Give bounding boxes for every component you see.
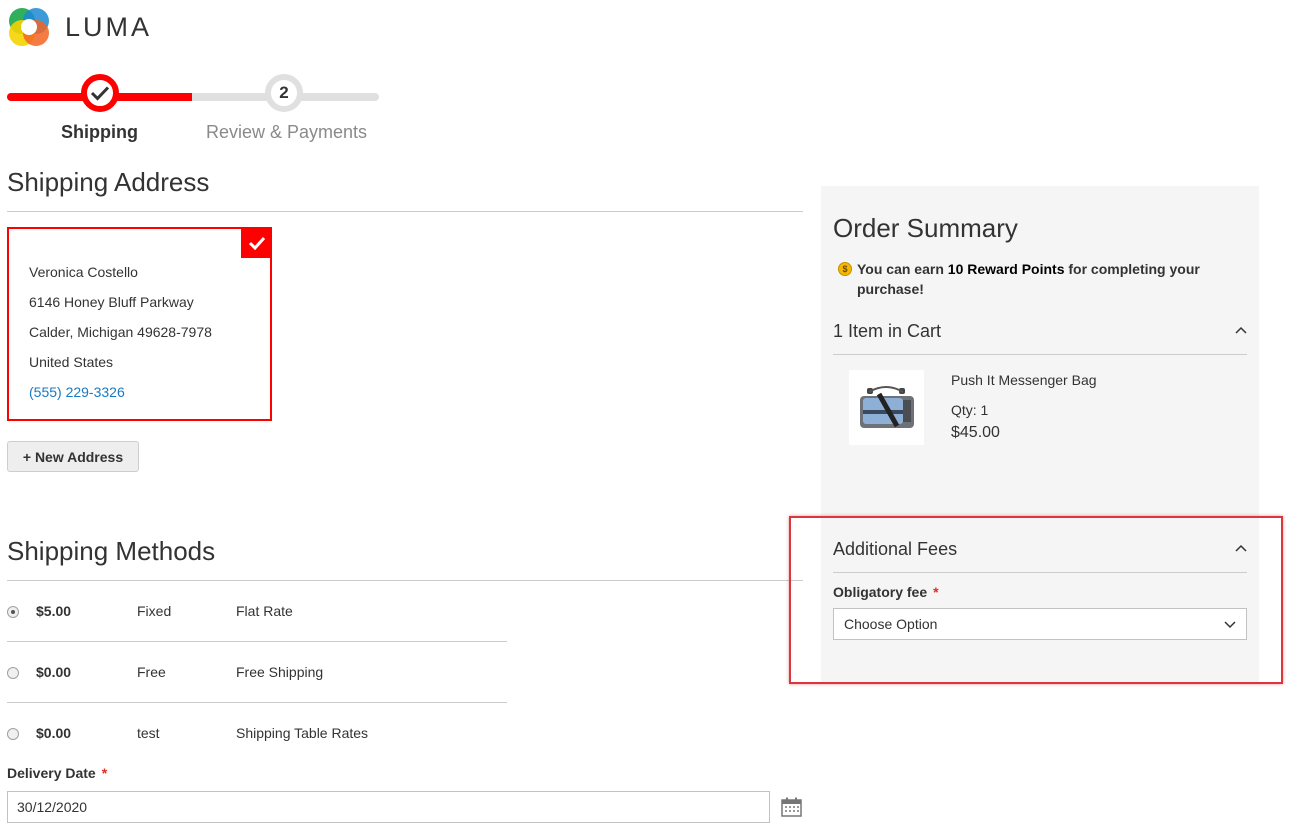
- selected-check-badge: [241, 227, 272, 258]
- step-shipping-indicator: [81, 74, 119, 112]
- step-shipping-label: Shipping: [61, 122, 138, 142]
- address-street: 6146 Honey Bluff Parkway: [29, 294, 194, 310]
- product-qty: Qty: 1: [951, 402, 989, 418]
- cart-items-heading: 1 Item in Cart: [833, 321, 942, 341]
- shipping-method-name: Fixed: [137, 603, 172, 619]
- divider: [833, 354, 1247, 355]
- shipping-method-radio[interactable]: [7, 606, 19, 618]
- reward-coin-icon: $: [838, 262, 852, 276]
- checkout-progress-bar: 2 Shipping Review & Payments: [7, 74, 379, 144]
- step-review-label[interactable]: Review & Payments: [206, 122, 367, 143]
- step-review-indicator[interactable]: 2: [265, 74, 303, 112]
- checkmark-icon: [248, 236, 265, 250]
- chevron-up-icon: [1235, 326, 1247, 334]
- address-city: Calder, Michigan 49628-7978: [29, 324, 212, 340]
- divider: [7, 641, 507, 642]
- address-phone-link[interactable]: (555) 229-3326: [29, 377, 212, 407]
- divider: [7, 211, 803, 212]
- shipping-method-name: test: [137, 725, 160, 741]
- brand-name: LUMA: [65, 11, 153, 42]
- selected-address-card[interactable]: Veronica Costello 6146 Honey Bluff Parkw…: [7, 227, 272, 421]
- shipping-price: $5.00: [36, 603, 72, 619]
- calendar-icon[interactable]: [781, 797, 802, 817]
- annotation-highlight-box: [789, 516, 1283, 684]
- address-country: United States: [29, 354, 114, 370]
- shipping-method-row[interactable]: $5.00 Fixed Flat Rate: [7, 603, 507, 664]
- shipping-methods-title: Shipping Methods: [7, 536, 216, 566]
- shipping-method-radio[interactable]: [7, 667, 19, 679]
- divider: [7, 702, 507, 703]
- divider: [7, 580, 803, 581]
- reward-points-amount: 10 Reward Points: [947, 261, 1065, 277]
- shipping-price: $0.00: [36, 725, 72, 741]
- checkmark-icon: [90, 86, 110, 101]
- product-name: Push It Messenger Bag: [951, 372, 1097, 388]
- delivery-date-label: Delivery Date *: [7, 765, 108, 781]
- address-name: Veronica Costello: [29, 264, 138, 280]
- shipping-carrier-name: Shipping Table Rates: [236, 725, 369, 741]
- shipping-carrier-name: Flat Rate: [236, 603, 293, 619]
- shipping-address-title: Shipping Address: [7, 167, 210, 197]
- required-mark: *: [101, 765, 108, 781]
- cart-items-toggle[interactable]: 1 Item in Cart: [833, 321, 1247, 342]
- shipping-method-row[interactable]: $0.00 Free Free Shipping: [7, 664, 507, 725]
- luma-logo-icon: [7, 6, 51, 48]
- new-address-button[interactable]: + New Address: [7, 441, 139, 472]
- shipping-method-radio[interactable]: [7, 728, 19, 740]
- shipping-carrier-name: Free Shipping: [236, 664, 324, 680]
- shipping-price: $0.00: [36, 664, 72, 680]
- order-summary-title: Order Summary: [833, 213, 1018, 243]
- delivery-date-input[interactable]: 30/12/2020: [7, 791, 770, 823]
- shipping-method-name: Free: [137, 664, 166, 680]
- luma-logo[interactable]: LUMA: [7, 6, 152, 48]
- product-thumbnail: [849, 370, 924, 445]
- step-number: 2: [279, 83, 289, 102]
- product-price: $45.00: [951, 424, 1000, 441]
